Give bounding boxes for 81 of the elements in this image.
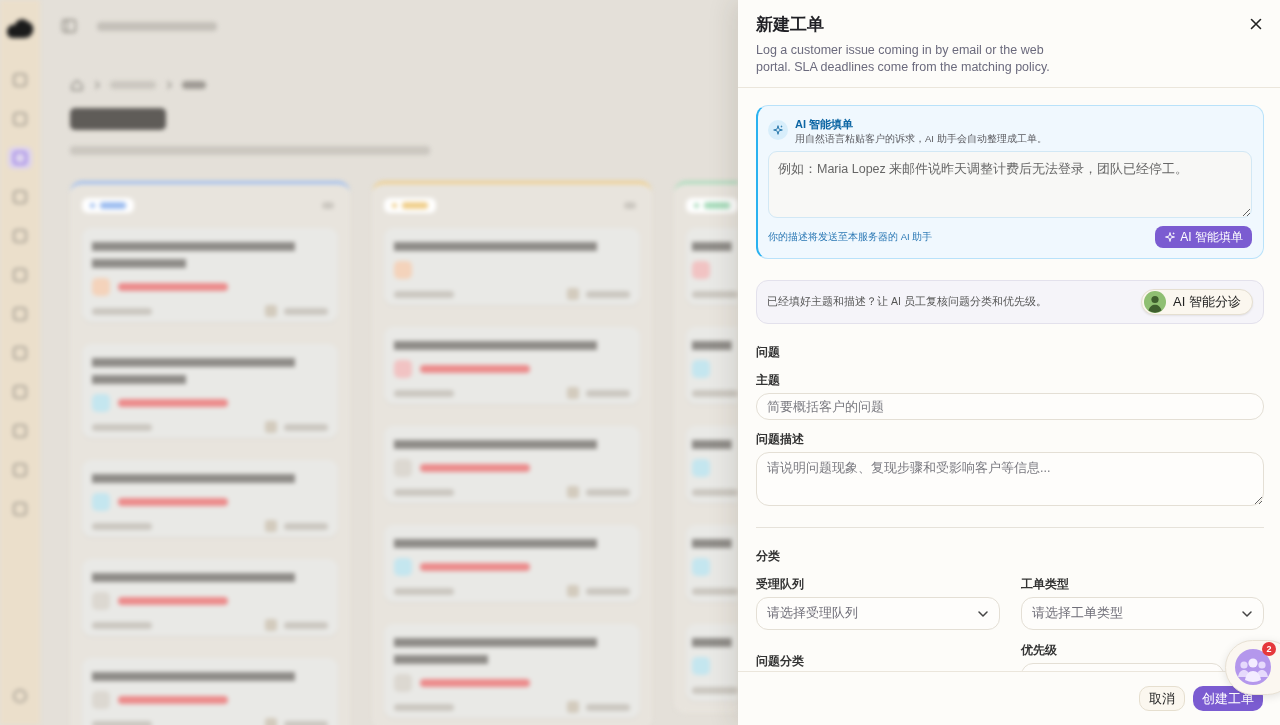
avatar-square-icon [567, 387, 579, 399]
avatar-square-icon [567, 701, 579, 713]
field-label: 受理队列 [756, 577, 805, 591]
square-icon [12, 345, 28, 361]
section-title: 问题 [756, 345, 781, 359]
customer-name-blur [92, 720, 152, 725]
text-input[interactable]: 简要概括客户的问题 [756, 393, 1264, 420]
square-icon [12, 189, 28, 205]
avatar-square-icon [567, 585, 579, 597]
avatar-square-icon [567, 486, 579, 498]
nav-button[interactable] [8, 147, 32, 169]
square-icon [12, 267, 28, 283]
drawer-subtitle: Log a customer issue coming in by email or the web portal. SLA deadlines come from the matching policy. [756, 42, 1051, 76]
customer-name-blur [394, 290, 454, 298]
customer-name-blur [394, 587, 454, 595]
square-icon [12, 111, 28, 127]
assignee-name-blur [586, 703, 630, 711]
triage-hint: 已经填好主题和描述？让 AI 员工复核问题分类和优先级。 [767, 295, 1047, 309]
customer-name-blur [692, 389, 738, 397]
ai-request-input[interactable]: 例如：Maria Lopez 来邮件说昨天调整计费后无法登录，团队已经停工。 [768, 151, 1252, 218]
sparkle-icon [1164, 231, 1177, 243]
assignee-name-blur [586, 389, 630, 397]
square-icon [12, 423, 28, 439]
customer-name-blur [692, 587, 738, 595]
ai-triage-button[interactable]: AI 智能分诊 [1141, 289, 1253, 315]
customer-name-blur [692, 686, 738, 694]
square-icon [12, 501, 28, 517]
customer-name-blur [692, 488, 738, 496]
status-badge [82, 197, 134, 213]
square-icon [12, 150, 28, 166]
status-badge [384, 197, 436, 213]
field-label: 工单类型 [1020, 577, 1070, 591]
square-icon [12, 462, 28, 478]
privacy-note: 你的描述将发送至本服务器的 AI 助手 [768, 230, 933, 244]
breadcrumb-blur [182, 81, 206, 89]
assignee-name-blur [284, 307, 328, 315]
close-button[interactable] [1248, 16, 1264, 32]
avatar-square-icon [265, 520, 277, 532]
column-count-blur [322, 201, 334, 209]
avatar-square-icon [567, 288, 579, 300]
textarea-input[interactable]: 请说明问题现象、复现步骤和受影响客户等信息... [756, 452, 1264, 506]
select-dropdown[interactable]: 请选择工单类型 [1020, 597, 1264, 630]
avatar-square-icon [265, 305, 277, 317]
notification-badge: 2 [1262, 642, 1276, 656]
assignee-name-blur [586, 290, 630, 298]
assignee-name-blur [284, 522, 328, 530]
customer-name-blur [394, 703, 454, 711]
square-icon [12, 306, 28, 322]
section-title: 分类 [756, 549, 781, 563]
customer-name-blur [394, 488, 454, 496]
person-avatar-icon [1144, 291, 1167, 313]
drawer-title: 新建工单 [756, 14, 825, 36]
customer-name-blur [92, 423, 152, 431]
close-icon [1250, 18, 1262, 30]
assignee-name-blur [586, 587, 630, 595]
square-icon [12, 384, 28, 400]
avatar-square-icon [265, 421, 277, 433]
field-label: 优先级 [1020, 643, 1058, 657]
customer-name-blur [92, 621, 152, 629]
field-label: 问题分类 [756, 654, 805, 668]
avatar-square-icon [265, 619, 277, 631]
assignee-name-blur [284, 621, 328, 629]
customer-name-blur [692, 290, 738, 298]
field-label: 主题 [756, 373, 781, 387]
square-icon [12, 228, 28, 244]
sidebar-toggle-icon[interactable] [61, 18, 77, 34]
assignee-name-blur [284, 720, 328, 725]
ai-fill-title: AI 智能填单 [795, 118, 855, 131]
square-icon [12, 72, 28, 88]
select-dropdown[interactable]: 请选择受理队列 [756, 597, 1000, 630]
customer-name-blur [394, 389, 454, 397]
assignee-name-blur [586, 488, 630, 496]
assignee-name-blur [284, 423, 328, 431]
customer-name-blur [92, 522, 152, 530]
field-label: 问题描述 [756, 432, 805, 446]
ai-fill-button[interactable]: AI 智能填单 [1155, 226, 1252, 248]
sparkle-icon [768, 120, 788, 140]
ai-fill-description: 用自然语言粘贴客户的诉求，AI 助手会自动整理成工单。 [795, 132, 1047, 145]
customer-name-blur [92, 307, 152, 315]
column-count-blur [624, 201, 636, 209]
cancel-button[interactable]: 取消 [1139, 686, 1185, 711]
